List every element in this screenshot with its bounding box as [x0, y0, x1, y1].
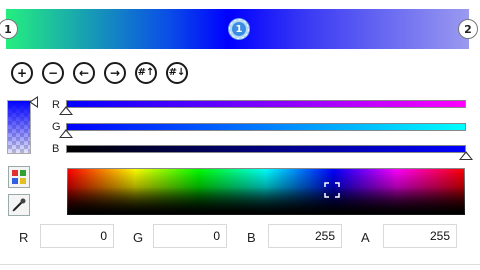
g-value-field[interactable]: 0 [153, 224, 227, 248]
field-label-b: B [247, 230, 256, 245]
slider-b[interactable] [66, 145, 466, 153]
current-color-swatch [7, 100, 31, 154]
hash-up-icon[interactable]: #↑ [135, 62, 157, 84]
field-label-r: R [19, 230, 29, 245]
gradient-editor[interactable]: 1 1 2 [0, 9, 478, 49]
palette-icon [12, 170, 26, 184]
field-label-g: G [133, 230, 144, 245]
hash-down-icon[interactable]: #↓ [166, 62, 188, 84]
slider-thumb-b[interactable] [459, 151, 473, 160]
spectrum-shade [67, 168, 465, 215]
stop-label: 2 [464, 22, 472, 36]
r-value-field[interactable]: 0 [40, 224, 114, 248]
b-value-field[interactable]: 255 [268, 224, 342, 248]
slider-label-b: B [52, 143, 60, 155]
gradient-stop-end[interactable]: 2 [458, 19, 478, 39]
stop-label: 1 [232, 22, 246, 36]
slider-thumb-g[interactable] [59, 129, 73, 138]
alpha-arrow-icon[interactable] [29, 96, 38, 108]
eyedropper-button[interactable] [8, 194, 30, 216]
bottom-divider [0, 264, 480, 265]
plus-icon[interactable]: + [11, 62, 33, 84]
stop-toolbar: + − ← → #↑ #↓ [11, 62, 188, 84]
gradient-stop-selected[interactable]: 1 [229, 19, 249, 39]
a-value-field[interactable]: 255 [383, 224, 457, 248]
crosshair-icon[interactable] [324, 182, 340, 198]
arrow-right-icon[interactable]: → [104, 62, 126, 84]
slider-g[interactable] [66, 123, 466, 131]
field-label-a: A [361, 230, 370, 245]
eyedropper-icon [12, 198, 26, 212]
arrow-left-icon[interactable]: ← [73, 62, 95, 84]
palette-button[interactable] [8, 166, 30, 188]
stop-label: 1 [4, 22, 12, 36]
minus-icon[interactable]: − [42, 62, 64, 84]
slider-r[interactable] [66, 100, 466, 108]
slider-thumb-r[interactable] [59, 106, 73, 115]
